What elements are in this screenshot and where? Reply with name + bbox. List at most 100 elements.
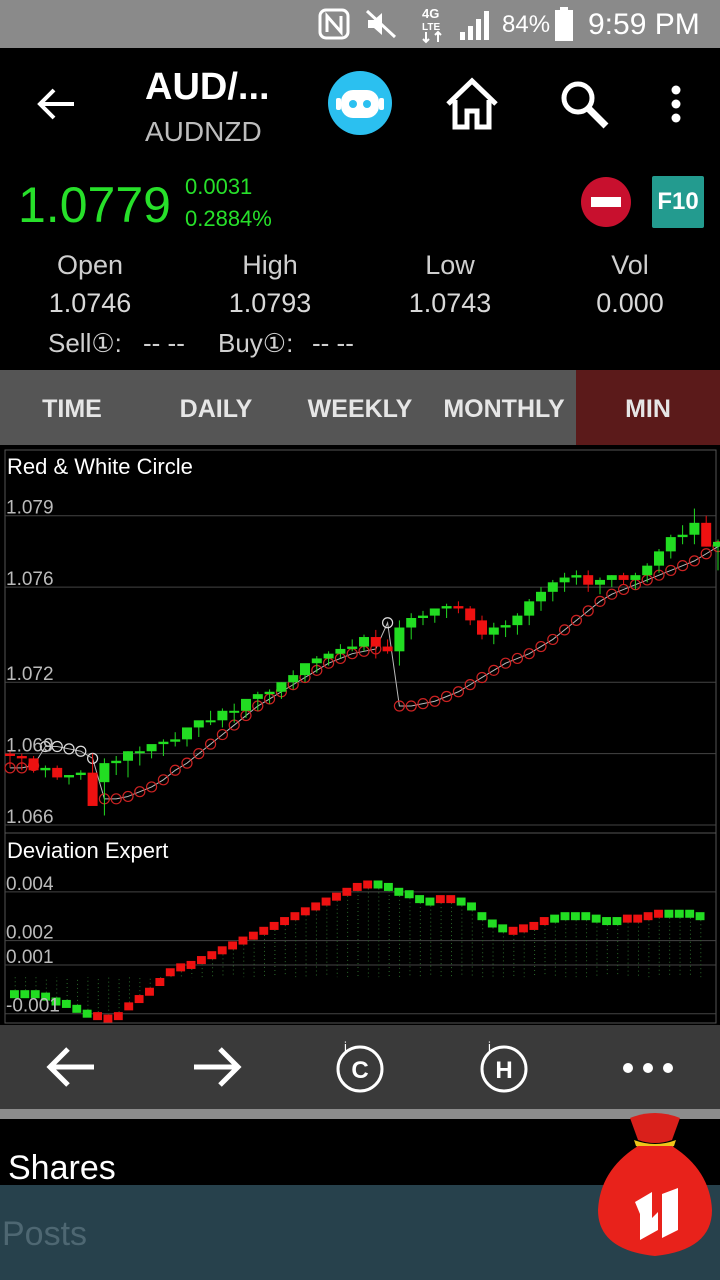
deviation-bar (311, 902, 321, 911)
red-envelope-bag-icon[interactable] (590, 1110, 720, 1260)
buy-value: -- -- (312, 328, 354, 358)
sell-value: -- -- (143, 328, 185, 358)
candle-body (170, 739, 181, 742)
deviation-bar (196, 956, 206, 965)
deviation-bar (280, 917, 289, 926)
candle-body (512, 615, 523, 626)
candle-body (654, 551, 664, 566)
candle-body (40, 767, 51, 771)
candle-body (288, 675, 299, 683)
candle-body (441, 606, 452, 609)
deviation-bar (581, 912, 591, 921)
deviation-bar (643, 912, 653, 921)
deviation-bar (217, 946, 227, 955)
deviation-bar (383, 882, 393, 891)
chart-grid (4, 449, 717, 1024)
deviation-bar (259, 926, 269, 935)
deviation-bar (570, 912, 580, 921)
y-tick-labels: 1.079 1.076 1.072 1.069 1.066 0.004 0.002 0.001… (6, 498, 60, 1017)
deviation-bar (269, 921, 279, 930)
deviation-bar (612, 917, 622, 926)
candle-body (701, 522, 712, 547)
deviation-bar (404, 890, 414, 899)
battery-icon (555, 7, 573, 41)
deviation-bar (467, 902, 476, 911)
prev-arrow-icon[interactable] (22, 1025, 122, 1109)
clock: 9:59 PM (588, 8, 700, 41)
tab-monthly[interactable]: MONTHLY (432, 370, 576, 445)
candle-body (359, 637, 369, 647)
f10-button[interactable]: F10 (652, 176, 704, 228)
deviation-bar (342, 887, 352, 896)
deviation-bar (61, 999, 71, 1008)
candle-body (453, 606, 464, 609)
deviation-bar (176, 963, 186, 972)
candle-body (75, 772, 86, 776)
main-y-tick: 1.079 (6, 498, 54, 519)
main-y-tick: 1.076 (6, 569, 54, 590)
candle-body (559, 577, 570, 583)
quote-header: AUD/... AUDNZD 1.0779 0.0031 0.2884% F10… (0, 48, 720, 370)
tab-daily[interactable]: DAILY (144, 370, 288, 445)
candle-body (217, 710, 228, 721)
deviation-bar (207, 951, 217, 960)
status-bar: 4G LTE 84% 9:59 PM (0, 0, 720, 48)
candle-body (524, 601, 535, 616)
candle-body (583, 575, 594, 585)
candle-body (300, 663, 310, 676)
deviation-bar (332, 892, 341, 901)
deviation-bar (415, 895, 425, 904)
candle-body (429, 608, 440, 616)
deviation-bar (145, 987, 154, 996)
deviation-bar (124, 1002, 134, 1011)
deviation-bar (82, 1009, 92, 1018)
deviation-bar (321, 897, 331, 906)
lte-icon: 4G LTE (422, 6, 442, 44)
price-change-percent: 0.2884% (185, 206, 272, 231)
tab-min[interactable]: MIN (576, 370, 720, 445)
search-icon[interactable] (558, 78, 610, 130)
instrument-title: AUD/... (145, 66, 270, 108)
price-chart[interactable]: Red & White Circle Deviation Expert 1.07… (0, 445, 720, 1025)
next-arrow-icon[interactable] (166, 1025, 266, 1109)
deviation-bar (591, 914, 601, 923)
candle-body (547, 582, 558, 592)
candle-body (488, 627, 499, 635)
sub-y-tick: 0.001 (6, 947, 54, 968)
candle-body (536, 591, 546, 602)
svg-text:i: i (344, 1039, 347, 1054)
more-horiz-icon[interactable] (598, 1025, 698, 1109)
deviation-bar (602, 917, 612, 926)
indicator-h-icon[interactable]: H i (454, 1025, 554, 1109)
sub-y-tick: 0.004 (6, 874, 54, 895)
candle-body (382, 646, 393, 652)
deviation-bar (155, 978, 165, 986)
deviation-bar (477, 912, 487, 921)
candle-body (571, 575, 582, 578)
candle-body (193, 720, 204, 728)
home-icon[interactable] (444, 76, 500, 132)
tab-weekly[interactable]: WEEKLY (288, 370, 432, 445)
candle-body (229, 710, 240, 713)
high-value: 1.0793 (228, 288, 312, 318)
open-label: Open (56, 250, 124, 280)
deviation-bar (134, 995, 144, 1004)
robot-assistant-icon[interactable] (327, 70, 393, 136)
deviation-bar (290, 912, 300, 921)
sub-y-tick: 0.002 (6, 923, 54, 944)
back-arrow-icon[interactable] (34, 82, 78, 126)
deviation-bar (103, 1014, 113, 1023)
candle-body (276, 682, 287, 692)
tab-time[interactable]: TIME (0, 370, 144, 445)
candle-body (28, 758, 39, 771)
candle-body (618, 575, 629, 580)
more-vert-icon[interactable] (666, 84, 686, 128)
buy-label: Buy①: (218, 328, 294, 358)
deviation-bar (186, 960, 196, 969)
candle-body (335, 648, 346, 654)
deviation-bar (685, 909, 695, 918)
nfc-icon (318, 8, 350, 40)
remove-watchlist-icon[interactable] (580, 176, 632, 228)
candlesticks (5, 508, 720, 816)
indicator-c-icon[interactable]: C i (310, 1025, 410, 1109)
